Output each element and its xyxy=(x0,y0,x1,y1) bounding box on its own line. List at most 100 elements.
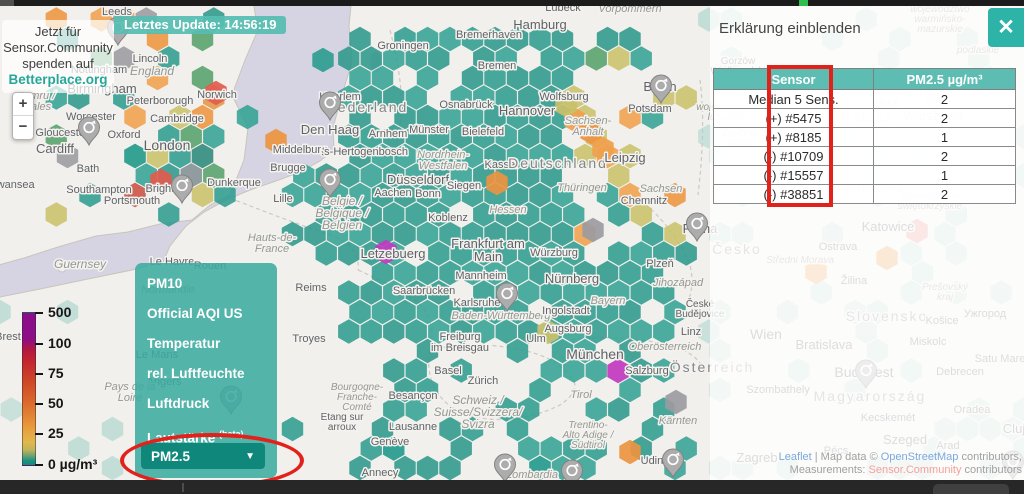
map-label: Reims xyxy=(295,282,327,294)
map-label: Tirol xyxy=(570,389,592,401)
map-label: Genève xyxy=(371,436,410,448)
map-label: Nordrhein-Westfalen xyxy=(417,149,469,172)
zoom-out-button[interactable]: − xyxy=(13,116,33,138)
table-row: (+) #81851 xyxy=(714,128,1016,147)
map-label: Plzeň xyxy=(646,258,674,270)
table-header-cell: PM2.5 µg/m³ xyxy=(874,69,1016,90)
map-label: Brest xyxy=(0,331,21,343)
leaflet-link[interactable]: Leaflet xyxy=(779,451,812,463)
table-row: (-) #388512 xyxy=(714,185,1016,204)
map-label: Koblenz xyxy=(428,212,468,224)
map-label: Deutschland xyxy=(508,155,608,171)
layer-menu-item[interactable]: Official AQI US xyxy=(147,299,277,329)
map-label: Zürich xyxy=(468,375,499,387)
map-label: Leipzig xyxy=(604,150,645,165)
map-label: Swansea xyxy=(0,179,36,191)
map-label: Troyes xyxy=(292,333,326,345)
sensor-table-head: SensorPM2.5 µg/m³ xyxy=(714,69,1016,90)
sensor-id-cell[interactable]: (-) #38851 xyxy=(714,185,874,204)
map-label: Augsburg xyxy=(544,323,591,335)
map-label: Norwich xyxy=(197,89,237,101)
map-zoom-control: + − xyxy=(12,92,34,140)
map-label: Hessen xyxy=(489,204,526,216)
donation-line: spenden auf xyxy=(2,56,114,72)
map-label: Saarbrücken xyxy=(393,285,455,297)
map-label: Linz xyxy=(681,326,701,338)
sensor-id-cell[interactable]: (-) #10709 xyxy=(714,147,874,166)
map-attribution: Leaflet | Map data © OpenStreetMap contr… xyxy=(779,451,1022,476)
map-label: Freiburgim Breisgau xyxy=(431,331,489,354)
close-button[interactable]: ✕ xyxy=(988,8,1024,47)
value-cell: 1 xyxy=(874,128,1016,147)
map-label: Bath xyxy=(77,163,100,175)
map-label: Portsmouth xyxy=(104,195,160,207)
map-label: Brugge xyxy=(270,162,305,174)
map-label: Würzburg xyxy=(530,247,578,259)
osm-link[interactable]: OpenStreetMap xyxy=(881,451,959,463)
donation-box: Jetzt für Sensor.Community spenden auf B… xyxy=(2,20,114,93)
sensor-table-body: Median 5 Sens.2(+) #54752(+) #81851(-) #… xyxy=(714,90,1016,204)
map-label: Ingolstadt xyxy=(542,305,590,317)
value-cell: 2 xyxy=(874,185,1016,204)
layer-menu-item[interactable]: PM10 xyxy=(147,269,277,299)
map-label: Peterborough xyxy=(127,95,194,107)
map-label: Mannheim xyxy=(455,270,506,282)
map-label: Lille xyxy=(273,193,293,205)
map-label: Siegen xyxy=(447,180,481,192)
map-label: Bremerhaven xyxy=(456,29,522,41)
top-bar xyxy=(0,0,1024,6)
map-label: Thüringen xyxy=(557,182,607,194)
sensor-id-cell[interactable]: (-) #15557 xyxy=(714,166,874,185)
sensor-id-cell: Median 5 Sens. xyxy=(714,90,874,109)
map-label: Bielefeld xyxy=(462,126,504,138)
map-label: Chemnitz xyxy=(621,195,667,207)
map-label: Basel xyxy=(434,365,462,377)
zoom-in-button[interactable]: + xyxy=(13,93,33,115)
layer-menu-item[interactable]: Luftdruck xyxy=(147,389,277,419)
layer-menu-item[interactable]: Temperatur xyxy=(147,329,277,359)
explanation-panel: Erklärung einblenden ✕ SensorPM2.5 µg/m³… xyxy=(710,6,1024,480)
map-label: Dunkerque xyxy=(207,177,261,189)
map-label: Guernsey xyxy=(54,257,107,271)
sensor-id-cell[interactable]: (+) #8185 xyxy=(714,128,874,147)
map-label: Oberösterreich xyxy=(629,341,702,353)
map-label: Cambridge xyxy=(150,113,204,125)
map-label: Bayern xyxy=(591,295,626,307)
map-label: Osnabrück xyxy=(439,99,493,111)
beta-superscript: (beta) xyxy=(219,429,244,439)
map-label: Lausanne xyxy=(389,421,437,433)
selected-layer-label: PM2.5 xyxy=(151,449,190,464)
layer-menu-item[interactable]: rel. Luftfeuchte xyxy=(147,359,277,389)
map-label: London xyxy=(144,137,191,153)
map-label: Letzebuerg xyxy=(360,246,425,261)
sensor-community-link[interactable]: Sensor.Community xyxy=(869,464,962,476)
map-label: Hamburg xyxy=(513,17,566,32)
top-bar-progress xyxy=(799,0,808,6)
map-label: Bremen xyxy=(478,60,517,72)
map-label: England xyxy=(130,64,174,78)
last-update-badge: Letztes Update: 14:56:19 xyxy=(114,16,286,34)
map-label: Groningen xyxy=(377,40,428,52)
donation-line: Sensor.Community xyxy=(2,40,114,56)
map-label: Besançon xyxy=(389,390,438,402)
map-label: Wolfsburg xyxy=(539,91,588,103)
layer-selected-dropdown[interactable]: PM2.5 ▼ xyxy=(141,443,265,469)
taskbar-pill[interactable] xyxy=(933,484,1009,494)
value-cell: 2 xyxy=(874,90,1016,109)
sensor-id-cell[interactable]: (+) #5475 xyxy=(714,109,874,128)
map-label: Münster xyxy=(409,124,449,136)
map-label: Cardiff xyxy=(36,141,74,156)
panel-title[interactable]: Erklärung einblenden xyxy=(719,20,861,37)
layer-menu-items: PM10Official AQI USTemperaturrel. Luftfe… xyxy=(147,269,277,419)
betterplace-link[interactable]: Betterplace.org xyxy=(2,72,114,88)
table-header-cell: Sensor xyxy=(714,69,874,90)
value-cell: 2 xyxy=(874,109,1016,128)
taskbar xyxy=(0,480,1024,494)
map-label: Jihozápad xyxy=(652,277,704,289)
chevron-down-icon: ▼ xyxy=(245,451,255,462)
table-row: (-) #107092 xyxy=(714,147,1016,166)
sensor-table: SensorPM2.5 µg/m³ Median 5 Sens.2(+) #54… xyxy=(713,68,1016,204)
value-cell: 1 xyxy=(874,166,1016,185)
map-label: Kärnten xyxy=(659,415,698,427)
map-label: Sachsen xyxy=(640,183,683,195)
